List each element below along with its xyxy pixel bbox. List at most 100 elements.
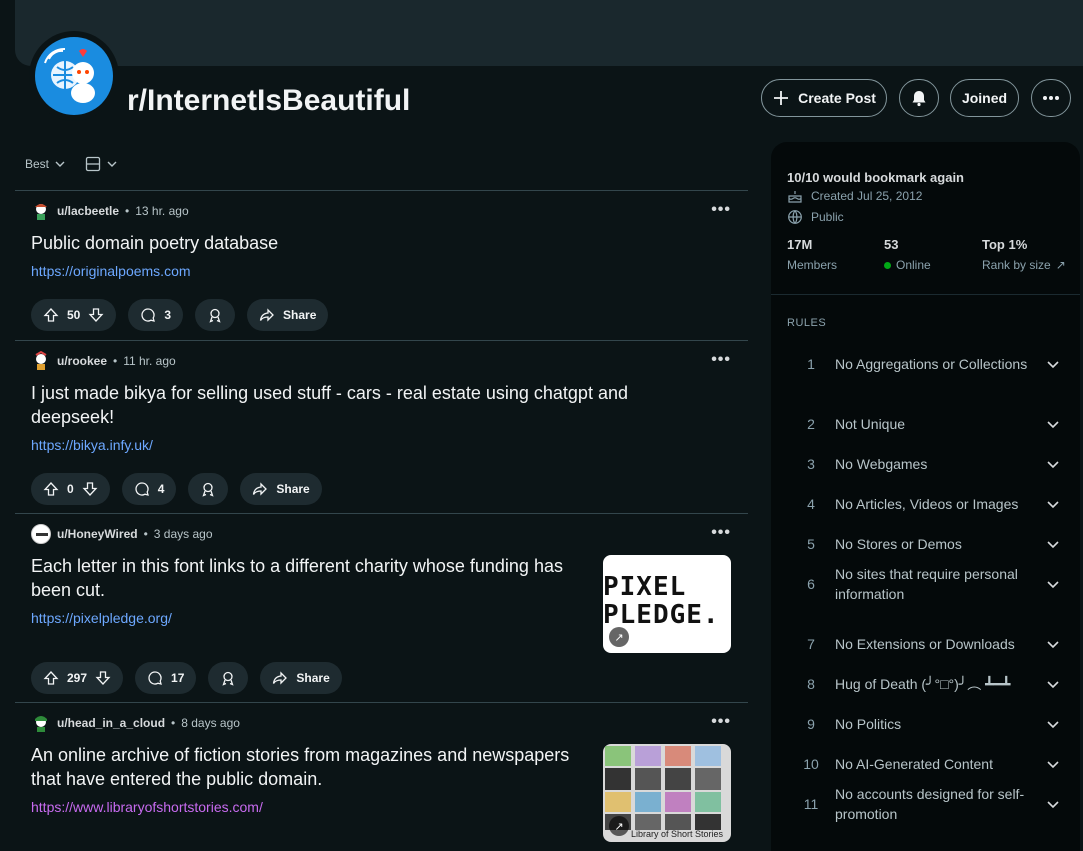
upvote-icon[interactable] [43, 670, 59, 686]
visibility: Public [787, 209, 844, 225]
post-username[interactable]: u/rookee [57, 354, 107, 368]
feed-divider [15, 190, 748, 191]
share-button[interactable]: Share [260, 662, 342, 694]
more-horizontal-icon [1043, 96, 1059, 100]
rule-item-6[interactable]: 6 No sites that require personal informat… [787, 564, 1067, 604]
bell-icon [912, 91, 926, 107]
rule-number: 5 [807, 536, 815, 552]
sort-label: Best [25, 157, 50, 171]
award-button[interactable] [195, 299, 236, 331]
post-thumbnail[interactable]: PIXEL PLEDGE. ↗ [603, 555, 731, 653]
chevron-down-icon [1047, 636, 1067, 652]
notification-bell-button[interactable] [899, 79, 939, 117]
downvote-icon[interactable] [88, 307, 104, 323]
meta-separator: • [143, 527, 148, 541]
create-post-button[interactable]: Create Post [761, 79, 887, 117]
chevron-down-icon [1047, 756, 1067, 772]
vote-count: 50 [67, 308, 81, 322]
downvote-icon[interactable] [82, 481, 98, 497]
sort-bar: Best [25, 156, 117, 172]
downvote-icon[interactable] [95, 670, 111, 686]
post-card[interactable]: u/head_in_a_cloud • 8 days ago ••• An on… [31, 713, 731, 851]
rule-item-9[interactable]: 9 No Politics [787, 704, 1067, 744]
post-title[interactable]: An online archive of fiction stories fro… [31, 743, 591, 791]
post-title[interactable]: Public domain poetry database [31, 231, 591, 255]
post-title[interactable]: I just made bikya for selling used stuff… [31, 381, 691, 429]
rule-title: No AI-Generated Content [835, 756, 993, 772]
rule-number: 11 [803, 796, 819, 812]
post-age: 3 days ago [153, 527, 213, 541]
post-link[interactable]: https://bikya.infy.uk/ [31, 437, 731, 453]
rule-item-3[interactable]: 3 No Webgames [787, 444, 1067, 484]
post-username[interactable]: u/head_in_a_cloud [57, 716, 165, 730]
user-avatar[interactable] [31, 524, 51, 544]
rule-item-10[interactable]: 10 No AI-Generated Content [787, 744, 1067, 784]
comments-button[interactable]: 17 [135, 662, 197, 694]
plus-icon [774, 91, 789, 105]
post-meta: u/head_in_a_cloud • 8 days ago [31, 713, 731, 733]
user-avatar[interactable] [31, 713, 51, 733]
rule-item-1[interactable]: 1 No Aggregations or Collections [787, 344, 1067, 384]
user-avatar[interactable] [31, 201, 51, 221]
post-overflow-icon[interactable]: ••• [711, 201, 731, 219]
rule-number: 3 [807, 456, 815, 472]
post-username[interactable]: u/HoneyWired [57, 527, 138, 541]
chevron-down-icon [1047, 576, 1067, 592]
vote-control: 50 [31, 299, 117, 331]
rank-label: Rank by size [982, 258, 1051, 272]
award-icon [202, 482, 214, 497]
post-username[interactable]: u/lacbeetle [57, 204, 119, 218]
post-overflow-icon[interactable]: ••• [711, 524, 731, 542]
upvote-icon[interactable] [43, 307, 59, 323]
rule-item-7[interactable]: 7 No Extensions or Downloads [787, 624, 1067, 664]
post-overflow-icon[interactable]: ••• [711, 351, 731, 369]
joined-button[interactable]: Joined [950, 79, 1019, 117]
award-icon [209, 308, 221, 323]
view-dropdown[interactable] [85, 156, 117, 172]
post-meta: u/lacbeetle • 13 hr. ago [31, 201, 731, 221]
chevron-down-icon [1047, 416, 1067, 432]
comments-button[interactable]: 4 [121, 473, 177, 505]
subreddit-avatar[interactable] [35, 37, 113, 115]
award-button[interactable] [188, 473, 229, 505]
community-tagline: 10/10 would bookmark again [787, 170, 964, 185]
share-button[interactable]: Share [240, 473, 322, 505]
post-thumbnail[interactable]: Library of Short Stories ↗ [603, 744, 731, 842]
sort-dropdown[interactable]: Best [25, 157, 65, 171]
comments-button[interactable]: 3 [128, 299, 184, 331]
rule-item-2[interactable]: 2 Not Unique [787, 404, 1067, 444]
rule-item-4[interactable]: 4 No Articles, Videos or Images [787, 484, 1067, 524]
vote-control: 0 [31, 473, 110, 505]
rule-item-11[interactable]: 11 No accounts designed for self-promotio… [787, 784, 1067, 824]
post-overflow-icon[interactable]: ••• [711, 713, 731, 731]
rule-title: No sites that require personal informati… [835, 566, 1018, 602]
post-actions: 0 4 Share [31, 473, 322, 505]
vote-count: 0 [67, 482, 74, 496]
community-sidebar: 10/10 would bookmark again Created Jul 2… [771, 142, 1080, 851]
feed-divider [15, 702, 748, 703]
post-link[interactable]: https://originalpoems.com [31, 263, 731, 279]
chevron-down-icon [1047, 676, 1067, 692]
user-avatar[interactable] [31, 351, 51, 371]
post-title[interactable]: Each letter in this font links to a diff… [31, 554, 591, 602]
rank-stat[interactable]: Top 1% Rank by size ↗ [982, 237, 1066, 272]
post-card[interactable]: u/rookee • 11 hr. ago ••• I just made bi… [31, 351, 731, 511]
rule-number: 9 [807, 716, 815, 732]
rule-number: 7 [807, 636, 815, 652]
meta-separator: • [125, 204, 130, 218]
award-button[interactable] [208, 662, 249, 694]
post-card[interactable]: u/HoneyWired • 3 days ago ••• Each lette… [31, 524, 731, 700]
thumbnail-caption: Library of Short Stories [631, 829, 724, 839]
online-indicator [884, 261, 891, 269]
upvote-icon[interactable] [43, 481, 59, 497]
more-options-button[interactable] [1031, 79, 1071, 117]
card-view-icon [85, 156, 101, 172]
external-link-icon: ↗ [1055, 258, 1066, 272]
rule-item-8[interactable]: 8 Hug of Death (╯°□°)╯︵ ┻━┻ [787, 664, 1067, 704]
post-card[interactable]: u/lacbeetle • 13 hr. ago ••• Public doma… [31, 201, 731, 341]
share-button[interactable]: Share [247, 299, 329, 331]
post-meta: u/rookee • 11 hr. ago [31, 351, 731, 371]
rule-item-5[interactable]: 5 No Stores or Demos [787, 524, 1067, 564]
share-label: Share [283, 308, 317, 322]
comment-icon [148, 671, 162, 685]
